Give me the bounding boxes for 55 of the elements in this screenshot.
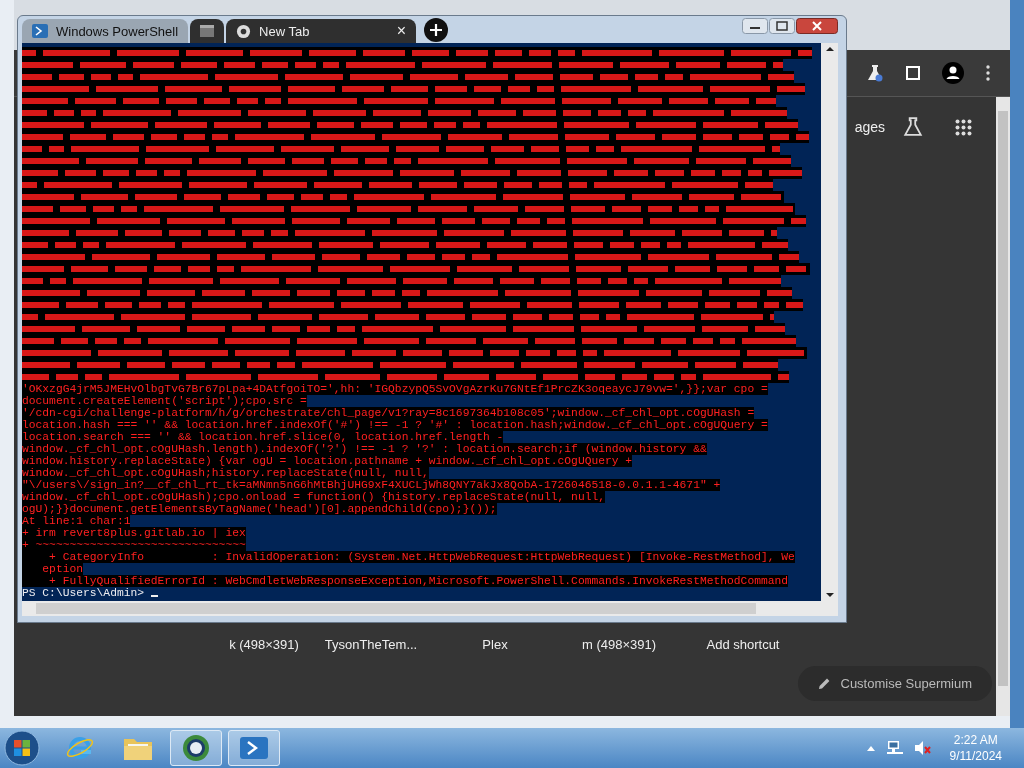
network-icon[interactable] xyxy=(885,740,904,756)
browser-icon xyxy=(181,733,211,763)
shortcut-label[interactable]: k (498×391) xyxy=(219,637,309,652)
time-text: 2:22 AM xyxy=(953,732,998,748)
profile-icon[interactable] xyxy=(942,62,964,84)
scrollbar[interactable] xyxy=(821,43,838,601)
shortcut-label[interactable]: Add shortcut xyxy=(681,637,805,652)
error-text: ogU);}}document.getElementsByTagName('head')[0].appendChild(cpo);}()); xyxy=(22,503,497,515)
taskbar-button[interactable] xyxy=(170,730,222,766)
error-text: + FullyQualifiedErrorId : WebCmdletWebResponseException,Microsoft.PowerShell.Commands.InvokeRestMethodCommand xyxy=(22,575,789,587)
error-text: 'OKxzgG4jrM5JMEHvOlbgTvG7Br67pLpa+4DAtfgoiTO=',hh: 'IGQbzypQ5SvOVgAzrKu7GNtEf1PrcZK3oqeaycJ79vw=',}};var cpo = xyxy=(22,383,768,395)
error-text: document.createElement('script');cpo.src = xyxy=(22,395,307,407)
menu-icon[interactable] xyxy=(986,65,990,81)
scrollbar[interactable] xyxy=(22,601,838,616)
error-text: location.hash === '' && location.href.indexOf('#') !== -1 ? '#' : location.hash;window._cf_chl_opt.cOgUQuery = xyxy=(22,419,768,431)
apps-grid-icon[interactable] xyxy=(955,118,972,136)
shortcut-label[interactable]: Plex xyxy=(433,637,557,652)
powershell-icon xyxy=(32,24,48,38)
shortcut-label[interactable]: m (498×391) xyxy=(557,637,681,652)
pencil-icon xyxy=(817,677,831,690)
tab[interactable]: Windows PowerShell xyxy=(22,19,189,43)
close-tab-button[interactable]: × xyxy=(396,22,407,40)
prompt-text: PS C:\Users\Admin> xyxy=(22,587,145,599)
new-tab-button[interactable] xyxy=(424,18,449,42)
tab[interactable] xyxy=(190,19,225,43)
close-button[interactable] xyxy=(796,18,838,34)
shortcut-label[interactable]: TysonTheTem... xyxy=(309,637,433,652)
error-text: "\/users\/sign_in?__cf_chl_rt_tk=aMNmn5nG6hMtBhjUHG9xF4XUCLjWh8QNY7akJx8QobA-1726046518-0.0.1.1-4671" + xyxy=(22,479,721,491)
error-text: window._cf_chl_opt.cOgUHash.length).indexOf('?') !== -1 ? '?' : location.search;if (window.history && xyxy=(22,443,707,455)
error-text: window._cf_chl_opt.cOgUHash;history.replaceState(null, null, xyxy=(22,467,429,479)
error-text: At line:1 char:1 xyxy=(22,515,131,527)
powershell-icon xyxy=(239,735,269,761)
error-text: + ~~~~~~~~~~~~~~~~~~~~~~~~~~~~~~~ xyxy=(22,539,246,551)
minimize-button[interactable] xyxy=(742,18,768,34)
scrollbar[interactable] xyxy=(996,97,1010,716)
show-hidden-icons-button[interactable] xyxy=(865,744,876,752)
error-text: eption xyxy=(22,563,83,575)
flask-icon[interactable] xyxy=(866,64,884,82)
error-text: window._cf_chl_opt.cOgUHash);cpo.onload = function() {history.replaceState(null, null, xyxy=(22,491,605,503)
tab[interactable]: New Tab × xyxy=(226,19,417,43)
start-button[interactable] xyxy=(4,730,40,766)
error-text: window.history.replaceState) {var ogU = location.pathname + window._cf_chl_opt.cOgUQuery + xyxy=(22,455,633,467)
maximize-button[interactable] xyxy=(769,18,795,34)
muted-speaker-icon[interactable] xyxy=(913,740,932,756)
error-text: '/cdn-cgi/challenge-platform/h/g/orchestrate/chl_page/v1?ray=8c1697364b108c05';window._cf_chl_opt.cOgUHash = xyxy=(22,407,755,419)
images-link[interactable]: ages xyxy=(854,119,885,135)
error-text: location.search === '' && location.href.slice(0, location.href.length - xyxy=(22,431,504,443)
browser-icon xyxy=(236,23,252,39)
error-text: + CategoryInfo : InvalidOperation: (System.Net.HttpWebRequest:HttpWebRequest) [Invoke-RestMethod], We xyxy=(22,551,795,563)
sidebar-icon[interactable] xyxy=(906,66,920,80)
flask-icon[interactable] xyxy=(903,117,923,137)
error-text: + irm revert8plus.gitlab.io | iex xyxy=(22,527,246,539)
window-icon xyxy=(200,25,215,37)
customise-button[interactable]: Customise Supermium xyxy=(797,666,992,701)
date-text: 9/11/2024 xyxy=(949,748,1002,764)
